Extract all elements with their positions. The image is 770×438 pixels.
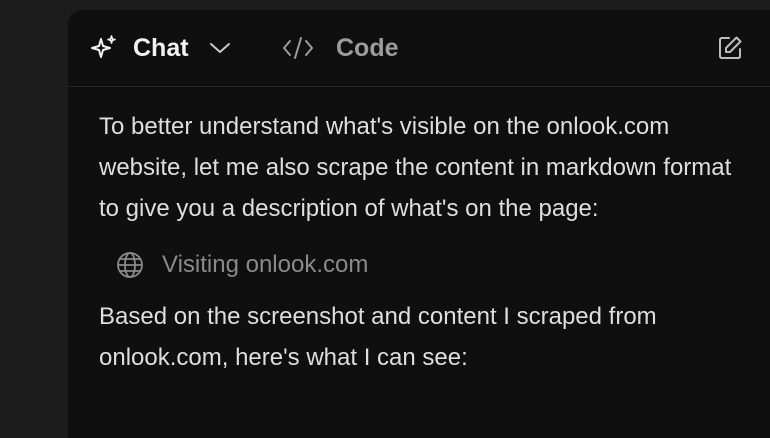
tab-chat[interactable]: Chat xyxy=(90,10,231,86)
tab-code[interactable]: Code xyxy=(282,10,399,86)
tool-call-label: Visiting onlook.com xyxy=(162,251,369,278)
tool-call: Visiting onlook.com xyxy=(116,246,749,284)
edit-icon xyxy=(717,35,743,61)
tab-chat-label: Chat xyxy=(133,33,189,62)
message-list: To better understand what's visible on t… xyxy=(99,106,749,378)
code-icon xyxy=(282,36,314,60)
edit-button[interactable] xyxy=(716,34,744,62)
chat-panel: Chat Code To better understand what's vi… xyxy=(68,10,770,438)
globe-icon xyxy=(116,251,144,279)
assistant-message: To better understand what's visible on t… xyxy=(99,113,732,222)
panel-header: Chat Code xyxy=(68,10,770,87)
sparkles-icon xyxy=(90,34,118,62)
tab-code-label: Code xyxy=(336,33,399,62)
assistant-message: Based on the screenshot and content I sc… xyxy=(99,303,657,371)
chevron-down-icon[interactable] xyxy=(209,41,231,55)
